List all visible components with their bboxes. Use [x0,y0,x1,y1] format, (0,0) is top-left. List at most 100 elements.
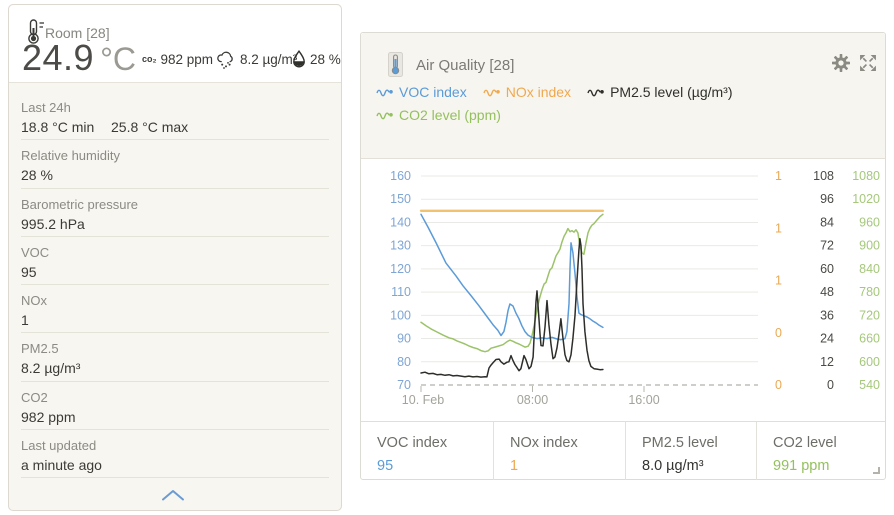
pm-inline-stat: 8.2 µg/m³ [216,49,297,69]
stat-label: Barometric pressure [21,196,329,213]
x-axis-label: 16:00 [628,393,659,407]
pm-inline-value: 8.2 µg/m³ [240,52,297,67]
left-axis-tick: 160 [390,169,411,183]
thermometer-icon [388,52,403,77]
legend-item[interactable]: VOC index [376,84,467,100]
left-axis-tick: 90 [397,332,411,346]
stat-row: NOx 1 [21,285,329,333]
room-card: Room [28] 24.9°C co₂ 982 ppm 8.2 µg/m³ [8,4,342,511]
stat-label: Last 24h [21,99,329,116]
right-axis-tick: 1 [775,221,782,235]
right-axis-tick: 0 [827,378,834,392]
co2-inline-value: 982 ppm [161,52,214,67]
x-axis-label: 08:00 [517,393,548,407]
right-axis-tick: 600 [859,355,880,369]
series-line-icon [376,86,394,98]
right-axis-tick: 900 [859,239,880,253]
settings-gear-icon[interactable] [832,54,850,72]
footer-stat: CO2 level991 ppm [756,422,886,480]
stat-value: 28 % [21,166,329,185]
stat-value: 1 [21,311,329,330]
co2-inline-stat: co₂ 982 ppm [142,49,213,69]
right-axis-tick: 60 [820,262,834,276]
left-axis-tick: 140 [390,215,411,229]
stat-label: NOx [21,292,329,309]
stat-row: Relative humidity28 % [21,140,329,188]
right-axis-tick: 1 [775,169,782,183]
legend-item[interactable]: CO2 level (ppm) [376,107,501,123]
footer-stat: PM2.5 level 8.0 µg/m³ [625,422,756,480]
stat-value: 8.2 µg/m³ [21,359,329,378]
humidity-drop-icon [292,50,306,68]
left-axis-tick: 70 [397,378,411,392]
footer-stat-value: 8.0 µg/m³ [642,458,756,474]
right-axis-tick: 36 [820,308,834,322]
right-axis-tick: 96 [820,192,834,206]
footer-stat-label: CO2 level [773,435,886,451]
right-axis-tick: 720 [859,308,880,322]
right-axis-tick: 108 [813,169,834,183]
left-axis-tick: 110 [391,285,411,299]
left-axis-tick: 120 [390,262,411,276]
x-axis-label: 10. Feb [402,393,444,407]
stat-row: Last 24h 18.8 °C min25.8 °C max [21,92,329,140]
stat-row: CO2 982 ppm [21,382,329,430]
stat-value: a minute ago [21,456,329,475]
legend-item[interactable]: PM2.5 level (µg/m³) [587,84,732,100]
air-quality-chart: 1601501401301201101009080701110010896847… [361,159,887,421]
right-axis-tick: 1 [775,274,782,288]
footer-stat-value: 95 [377,458,493,474]
room-stats-list: Last 24h 18.8 °C min25.8 °C max Relative h… [21,83,329,478]
legend-label: CO2 level (ppm) [399,107,501,123]
humidity-inline-value: 28 % [310,52,341,67]
co2-icon: co₂ [142,54,157,64]
legend-item[interactable]: NOx index [483,84,571,100]
stat-value: 982 ppm [21,408,329,427]
stat-value: 18.8 °C min25.8 °C max [21,118,329,137]
air-quality-card: Air Quality [28] VO [360,32,886,480]
particles-cloud-icon [216,50,236,69]
footer-stat-label: PM2.5 level [642,435,756,451]
series-line-icon [587,86,605,98]
legend-label: VOC index [399,84,467,100]
left-axis-tick: 130 [390,239,411,253]
legend-row-2: CO2 level (ppm) [376,107,501,123]
expand-icon[interactable] [859,54,877,72]
resize-handle-icon[interactable] [873,467,880,474]
humidity-inline-stat: 28 % [292,49,341,69]
stat-row: Barometric pressure995.2 hPa [21,189,329,237]
footer-stat-label: VOC index [377,435,493,451]
right-axis-tick: 24 [820,332,834,346]
legend-label: NOx index [506,84,571,100]
right-axis-tick: 780 [859,285,880,299]
legend-label: PM2.5 level (µg/m³) [610,84,732,100]
right-axis-tick: 1020 [852,192,880,206]
right-axis-tick: 660 [859,332,880,346]
series-line-icon [483,86,501,98]
right-axis-tick: 72 [820,239,834,253]
series-voc-index [421,214,603,339]
footer-stat-label: NOx index [510,435,625,451]
stat-row: VOC95 [21,237,329,285]
right-axis-tick: 840 [859,262,880,276]
temperature-unit: °C [100,41,136,77]
stat-row: Last updateda minute ago [21,430,329,478]
air-quality-footer: VOC index95NOx index1PM2.5 level8.0 µg/m… [361,421,885,480]
right-axis-tick: 540 [859,378,880,392]
left-axis-tick: 80 [397,355,411,369]
left-axis-tick: 150 [390,192,411,206]
stat-label: PM2.5 [21,340,329,357]
legend-row-1: VOC index NOx index PM2.5 level (µg/m³) [376,84,733,100]
collapse-card-button[interactable] [160,486,190,504]
right-axis-tick: 84 [820,215,834,229]
temperature-value: 24.9 [22,37,94,78]
right-axis-tick: 12 [820,355,834,369]
footer-stat: VOC index 95 [361,422,493,480]
left-axis-tick: 100 [390,308,411,322]
stat-label: CO2 [21,389,329,406]
air-quality-title: Air Quality [28] [416,57,514,74]
room-temperature: 24.9°C [22,37,136,79]
right-axis-tick: 960 [859,215,880,229]
stat-row: PM2.5 8.2 µg/m³ [21,333,329,381]
right-axis-tick: 48 [820,285,834,299]
